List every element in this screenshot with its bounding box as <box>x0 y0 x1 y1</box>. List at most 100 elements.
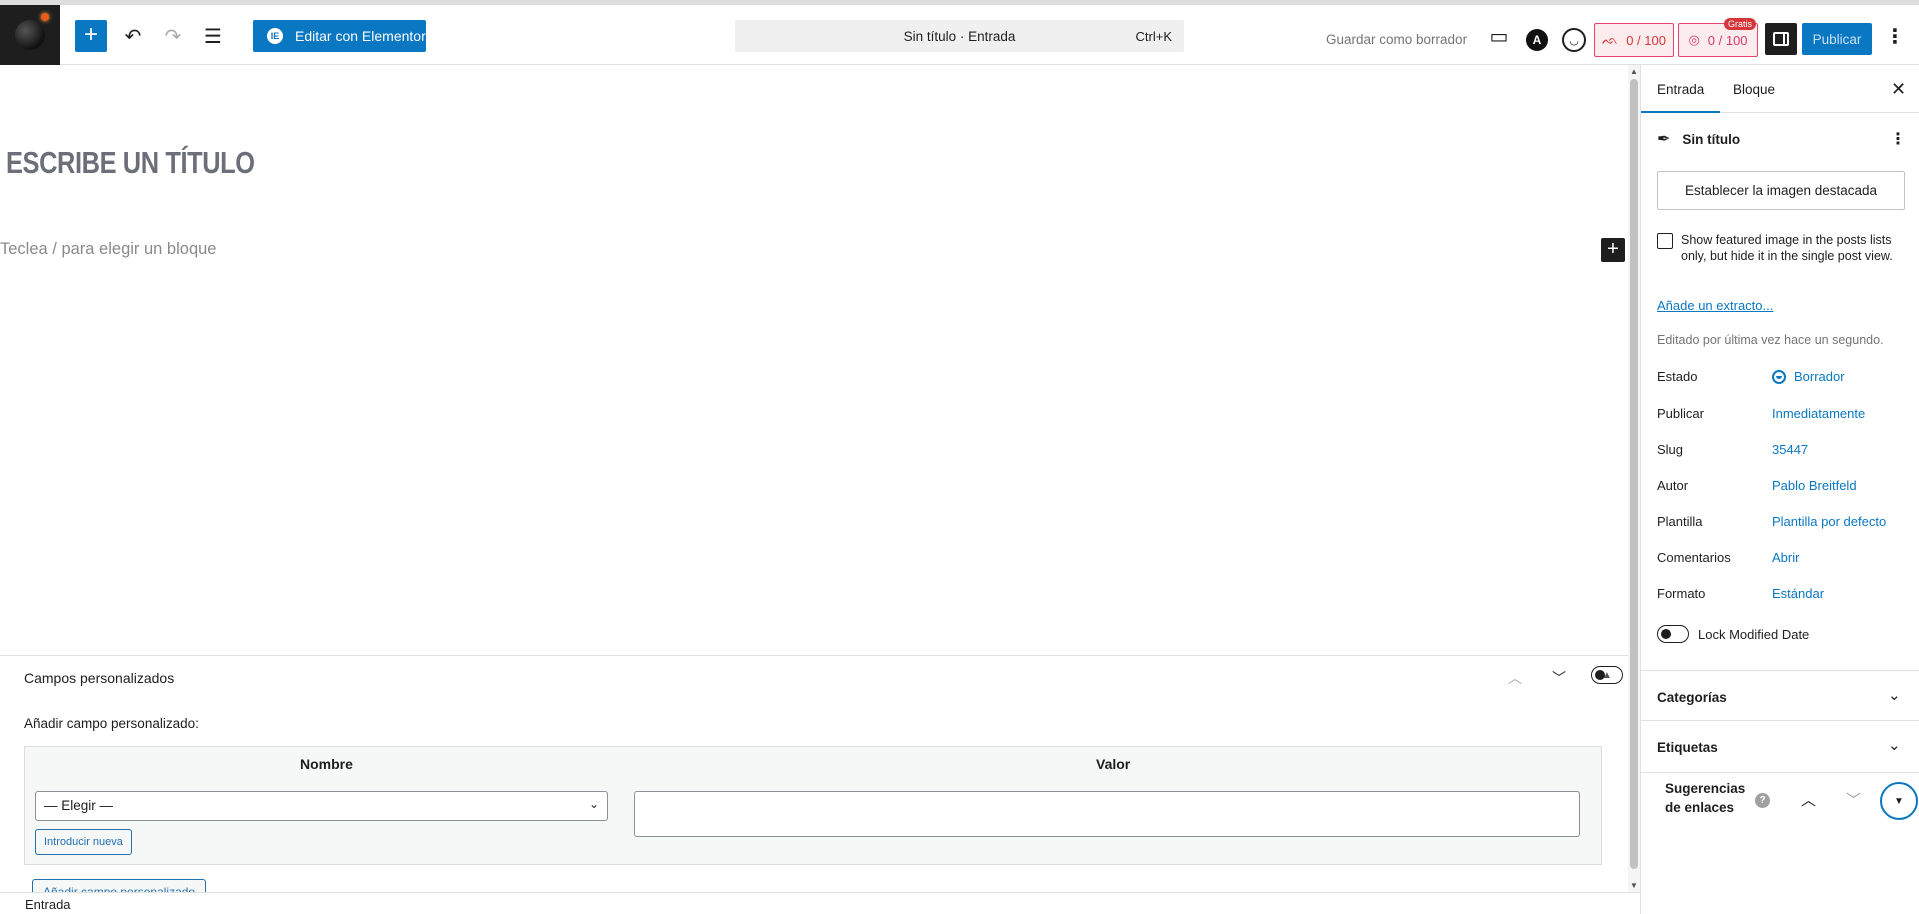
free-badge: Gratis <box>1724 18 1757 30</box>
column-header-value: Valor <box>1096 756 1131 772</box>
move-down-icon[interactable]: ﹀ <box>1846 789 1861 810</box>
command-palette-button[interactable]: Sin título · Entrada Ctrl+K <box>735 20 1184 52</box>
metabox-title: Campos personalizados <box>24 670 175 686</box>
command-shortcut: Ctrl+K <box>1135 29 1172 44</box>
move-up-icon[interactable]: ︿ <box>1801 789 1816 810</box>
categories-panel[interactable]: Categorías ⌄ <box>1641 670 1919 720</box>
seo-score-icon: ᨒ <box>1602 32 1619 47</box>
astra-icon[interactable]: A <box>1526 29 1548 51</box>
scrollbar-thumb[interactable] <box>1630 79 1638 869</box>
format-label: Formato <box>1657 586 1706 601</box>
publish-button[interactable]: Publicar <box>1802 23 1872 55</box>
custom-fields-metabox: Campos personalizados ︿ ﹀ ▲ Añadir campo… <box>0 655 1628 892</box>
hide-featured-checkbox[interactable] <box>1657 233 1673 249</box>
bomb-icon <box>15 13 49 50</box>
editor-toolbar: + ↶ ↷ ☰ IE Editar con Elementor Sin títu… <box>0 0 1919 65</box>
add-custom-field-button[interactable]: Añadir campo personalizado <box>32 879 207 892</box>
post-pen-icon: ✒ <box>1657 131 1671 148</box>
block-breadcrumb[interactable]: Entrada <box>25 897 71 912</box>
settings-sidebar: Entrada Bloque ✕ ✒ Sin título ⋮ Establec… <box>1640 65 1919 914</box>
status-footer: Entrada <box>0 892 1640 914</box>
edit-with-elementor-button[interactable]: IE Editar con Elementor <box>253 20 426 52</box>
redo-icon[interactable]: ↷ <box>160 23 186 49</box>
categories-label: Categorías <box>1657 690 1727 705</box>
elementor-logo-icon: IE <box>267 28 283 44</box>
editor-scrollbar[interactable]: ▲ ▼ <box>1628 65 1640 892</box>
document-outline-icon[interactable]: ☰ <box>200 23 226 49</box>
tab-block[interactable]: Bloque <box>1733 82 1775 97</box>
document-title: Sin título · Entrada <box>903 28 1016 44</box>
custom-field-table: Nombre Valor — Elegir — ⌄ Introducir nue… <box>24 746 1602 865</box>
add-excerpt-link[interactable]: Añade un extracto... <box>1657 298 1773 313</box>
scroll-down-icon[interactable]: ▼ <box>1630 881 1638 890</box>
readability-score-icon: ◎ <box>1688 32 1700 47</box>
tags-panel[interactable]: Etiquetas ⌄ <box>1641 720 1919 770</box>
post-summary-header: ✒ Sin título <box>1657 129 1740 149</box>
chevron-down-icon: ⌄ <box>588 797 599 811</box>
comments-label: Comentarios <box>1657 550 1731 565</box>
sidebar-icon <box>1773 32 1789 46</box>
editor-canvas: ESCRIBE UN TÍTULO Teclea / para elegir u… <box>0 65 1628 655</box>
seo-score-value: 0 / 100 <box>1626 32 1666 48</box>
row-publish: Publicar Inmediatamente <box>1657 406 1907 426</box>
enter-new-button[interactable]: Introducir nueva <box>35 829 132 855</box>
slug-label: Slug <box>1657 442 1684 457</box>
slug-value[interactable]: 35447 <box>1772 442 1808 457</box>
readability-score-value: 0 / 100 <box>1707 32 1748 48</box>
link-suggestions-label: Sugerencias de enlaces <box>1665 781 1746 815</box>
settings-sidebar-toggle[interactable] <box>1765 23 1797 55</box>
add-block-button[interactable]: + <box>75 20 107 52</box>
template-value[interactable]: Plantilla por defecto <box>1772 514 1886 529</box>
set-featured-image-button[interactable]: Establecer la imagen destacada <box>1657 171 1905 210</box>
last-edited-text: Editado por última vez hace un segundo. <box>1657 333 1884 347</box>
add-custom-field-label: Añadir campo personalizado: <box>24 716 199 731</box>
format-value[interactable]: Estándar <box>1772 586 1824 601</box>
lock-modified-date-label: Lock Modified Date <box>1698 626 1810 642</box>
hide-featured-label: Show featured image in the posts lists o… <box>1681 233 1893 263</box>
lock-modified-date-row: Lock Modified Date <box>1657 625 1809 643</box>
ai-assistant-icon[interactable]: ◡ <box>1562 28 1586 52</box>
custom-field-name-select[interactable]: — Elegir — ⌄ <box>35 791 608 821</box>
status-label: Estado <box>1657 369 1698 384</box>
row-slug: Slug 35447 <box>1657 442 1907 462</box>
post-summary-title: Sin título <box>1682 131 1741 147</box>
custom-field-value-textarea[interactable] <box>634 791 1580 837</box>
default-block-appender[interactable]: Teclea / para elegir un bloque <box>0 240 216 259</box>
row-template: Plantilla Plantilla por defecto <box>1657 514 1907 534</box>
help-icon[interactable]: ? <box>1755 793 1770 808</box>
preview-device-icon[interactable]: ▭ <box>1486 23 1512 49</box>
undo-icon[interactable]: ↶ <box>120 23 146 49</box>
save-draft-button[interactable]: Guardar como borrador <box>1326 32 1467 47</box>
row-comments: Comentarios Abrir <box>1657 550 1907 570</box>
inline-add-block-button[interactable]: + <box>1601 238 1625 262</box>
post-actions-icon[interactable]: ⋮ <box>1890 129 1906 149</box>
link-suggestions-panel: Sugerencias de enlaces ? ︿ ﹀ ▼ <box>1641 772 1919 828</box>
row-status: Estado Borrador <box>1657 369 1907 389</box>
tags-label: Etiquetas <box>1657 740 1718 755</box>
chevron-down-icon: ⌄ <box>1888 737 1901 754</box>
tab-post[interactable]: Entrada <box>1640 82 1721 113</box>
site-logo[interactable] <box>0 5 60 65</box>
status-value[interactable]: Borrador <box>1772 369 1845 384</box>
move-up-icon[interactable]: ︿ <box>1503 666 1527 690</box>
row-author: Autor Pablo Breitfeld <box>1657 478 1907 498</box>
template-label: Plantilla <box>1657 514 1703 529</box>
elementor-button-label: Editar con Elementor <box>295 28 426 44</box>
column-header-name: Nombre <box>300 756 353 772</box>
lock-modified-date-toggle[interactable] <box>1657 625 1689 643</box>
close-icon[interactable]: ✕ <box>1891 79 1906 100</box>
toggle-panel-icon[interactable]: ▼ <box>1880 782 1918 820</box>
seo-score-button[interactable]: ᨒ 0 / 100 <box>1594 23 1674 57</box>
status-value-text: Borrador <box>1794 369 1845 384</box>
select-value: — Elegir — <box>44 798 114 813</box>
row-format: Formato Estándar <box>1657 586 1907 606</box>
scroll-up-icon[interactable]: ▲ <box>1630 67 1638 76</box>
comments-value[interactable]: Abrir <box>1772 550 1799 565</box>
publish-date-value[interactable]: Inmediatamente <box>1772 406 1865 421</box>
move-down-icon[interactable]: ﹀ <box>1547 666 1571 690</box>
sidebar-tabs: Entrada Bloque ✕ <box>1640 65 1919 113</box>
more-options-icon[interactable]: ⋮ <box>1882 23 1908 49</box>
post-title-input[interactable]: ESCRIBE UN TÍTULO <box>6 145 255 181</box>
collapse-panel-icon[interactable]: ▲ <box>1591 666 1623 684</box>
author-value[interactable]: Pablo Breitfeld <box>1772 478 1857 493</box>
